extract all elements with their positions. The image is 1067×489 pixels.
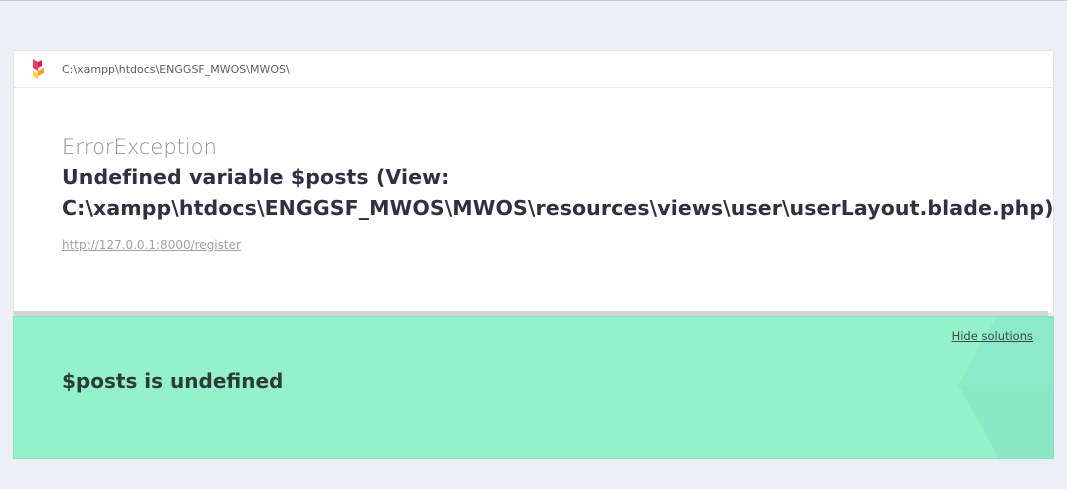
exception-class: ErrorException: [62, 135, 217, 159]
project-path: C:\xampp\htdocs\ENGGSF_MWOS\MWOS\: [62, 62, 290, 76]
card-header: C:\xampp\htdocs\ENGGSF_MWOS\MWOS\: [14, 51, 1053, 88]
exception-details: ErrorException Undefined variable $posts…: [14, 88, 1053, 253]
request-url-link[interactable]: http://127.0.0.1:8000/register: [62, 238, 241, 252]
solution-panel: Hide solutions $posts is undefined: [13, 316, 1054, 459]
ignition-logo-icon: [33, 59, 44, 79]
error-card: C:\xampp\htdocs\ENGGSF_MWOS\MWOS\ ErrorE…: [13, 50, 1054, 314]
solution-title: $posts is undefined: [62, 369, 284, 393]
exception-message-line-2: C:\xampp\htdocs\ENGGSF_MWOS\MWOS\resourc…: [62, 196, 1054, 220]
exception-message-line-1: Undefined variable $posts (View:: [62, 165, 450, 189]
hide-solutions-link[interactable]: Hide solutions: [952, 329, 1033, 343]
window-top-border: [0, 0, 1067, 1]
